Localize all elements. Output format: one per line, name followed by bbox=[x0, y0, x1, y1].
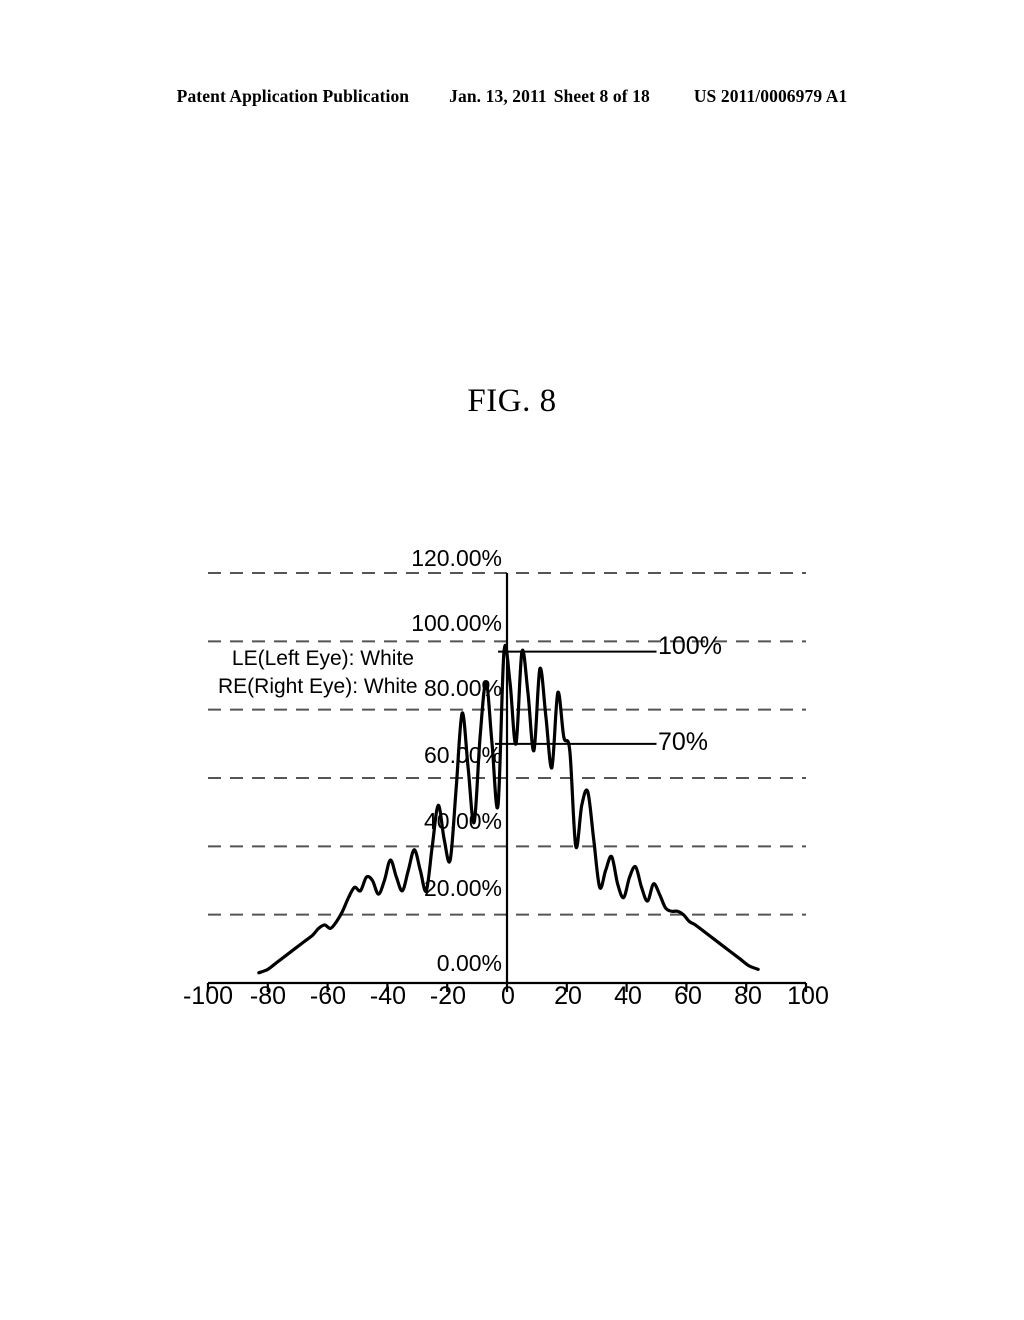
chart-legend: LE(Left Eye): White RE(Right Eye): White bbox=[218, 645, 418, 701]
annotation-100-percent: 100% bbox=[658, 632, 722, 660]
legend-entry-right-eye: RE(Right Eye): White bbox=[218, 675, 418, 698]
chart-container: 120.00% 100.00% 80.00% 60.00% 40.00% 20.… bbox=[0, 0, 1024, 1320]
y-tick-label: 100.00% bbox=[411, 610, 502, 636]
legend-entry-left-eye: LE(Left Eye): White bbox=[231, 647, 414, 670]
y-tick-label: 120.00% bbox=[411, 545, 502, 571]
y-tick-label: 0.00% bbox=[436, 950, 502, 976]
chart-svg bbox=[206, 572, 808, 992]
annotation-70-percent: 70% bbox=[658, 728, 709, 756]
y-tick-label: 40.00% bbox=[423, 808, 502, 834]
x-tick-label: 100 bbox=[787, 982, 829, 1010]
y-tick-label: 60.00% bbox=[423, 742, 502, 768]
y-tick-label: 20.00% bbox=[423, 875, 502, 901]
